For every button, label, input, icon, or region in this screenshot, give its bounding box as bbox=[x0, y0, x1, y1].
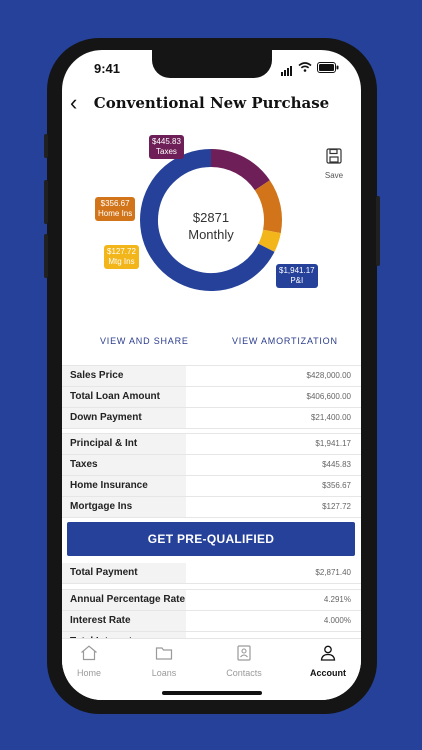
status-icons bbox=[281, 58, 339, 76]
table-row: Annual Percentage Rate 4.291% bbox=[62, 590, 361, 611]
row-value: $1,941.17 bbox=[315, 439, 351, 448]
tab-account[interactable]: Account bbox=[291, 645, 361, 678]
mtg-ins-name: Mtg Ins bbox=[108, 257, 135, 266]
row-label: Mortgage Ins bbox=[62, 497, 186, 517]
tab-contacts[interactable]: Contacts bbox=[207, 645, 281, 678]
contacts-book-icon bbox=[237, 645, 251, 661]
action-links: VIEW AND SHARE VIEW AMORTIZATION bbox=[62, 336, 361, 350]
pi-name: P&I bbox=[290, 276, 304, 285]
table-row: Home Insurance $356.67 bbox=[62, 476, 361, 497]
app-screen: 9:41 ‹ Conventional New Purchase Save $2… bbox=[62, 50, 361, 700]
person-icon bbox=[320, 645, 336, 661]
donut-slice-mtg-ins bbox=[258, 229, 281, 252]
tab-contacts-label: Contacts bbox=[226, 668, 262, 678]
notch bbox=[152, 50, 272, 78]
row-label: Annual Percentage Rate bbox=[62, 590, 186, 610]
table-row: Down Payment $21,400.00 bbox=[62, 408, 361, 429]
monthly-label: Monthly bbox=[188, 227, 234, 242]
view-and-share-link[interactable]: VIEW AND SHARE bbox=[100, 336, 189, 346]
folder-icon bbox=[155, 647, 173, 660]
wifi-icon bbox=[298, 62, 312, 72]
row-label: Total Loan Amount bbox=[62, 387, 186, 407]
home-ins-name: Home Ins bbox=[98, 209, 133, 218]
table-row: Total Payment $2,871.40 bbox=[62, 563, 361, 584]
row-value: $356.67 bbox=[322, 481, 351, 490]
pi-label: $1,941.17 P&I bbox=[276, 264, 318, 288]
row-value: $2,871.40 bbox=[315, 568, 351, 577]
view-amortization-link[interactable]: VIEW AMORTIZATION bbox=[232, 336, 338, 346]
tab-loans-label: Loans bbox=[151, 668, 177, 678]
page-title: Conventional New Purchase bbox=[93, 94, 330, 112]
total-payment-table: Total Payment $2,871.40 bbox=[62, 563, 361, 584]
row-value: $127.72 bbox=[322, 502, 351, 511]
row-label: Total Payment bbox=[62, 563, 186, 583]
tab-home[interactable]: Home bbox=[62, 645, 126, 678]
get-pre-qualified-button[interactable]: GET PRE-QUALIFIED bbox=[67, 522, 355, 556]
donut-slice-home-ins bbox=[254, 180, 282, 234]
table-row: Sales Price $428,000.00 bbox=[62, 366, 361, 387]
donut-slice-taxes bbox=[210, 149, 270, 191]
row-value: $406,600.00 bbox=[306, 392, 352, 401]
row-label: Principal & Int bbox=[62, 434, 186, 454]
header: ‹ Conventional New Purchase bbox=[62, 92, 361, 116]
tab-account-label: Account bbox=[310, 668, 346, 678]
mtg-ins-label: $127.72 Mtg Ins bbox=[104, 245, 139, 269]
tab-loans[interactable]: Loans bbox=[127, 645, 201, 678]
taxes-amount: $445.83 bbox=[152, 137, 181, 146]
row-value: $428,000.00 bbox=[306, 371, 352, 380]
payment-breakdown-table: Principal & Int $1,941.17 Taxes $445.83 Ho… bbox=[62, 433, 361, 518]
row-label: Sales Price bbox=[62, 366, 186, 386]
battery-icon bbox=[317, 61, 339, 73]
table-row: Mortgage Ins $127.72 bbox=[62, 497, 361, 518]
table-row: Principal & Int $1,941.17 bbox=[62, 434, 361, 455]
row-value: $21,400.00 bbox=[310, 413, 351, 422]
taxes-label: $445.83 Taxes bbox=[149, 135, 184, 159]
table-row: Total Loan Amount $406,600.00 bbox=[62, 387, 361, 408]
home-ins-amount: $356.67 bbox=[100, 199, 130, 208]
signal-icon bbox=[281, 58, 293, 76]
home-indicator bbox=[162, 691, 262, 695]
table-row: Interest Rate 4.000% bbox=[62, 611, 361, 632]
house-icon bbox=[81, 645, 97, 661]
row-label: Interest Rate bbox=[62, 611, 186, 631]
tab-home-label: Home bbox=[76, 668, 101, 678]
status-time: 9:41 bbox=[94, 61, 121, 76]
tab-bar: Home Loans Contacts Account bbox=[62, 638, 361, 700]
taxes-name: Taxes bbox=[156, 147, 177, 156]
row-label: Home Insurance bbox=[62, 476, 186, 496]
row-label: Taxes bbox=[62, 455, 186, 475]
mtg-ins-amount: $127.72 bbox=[107, 247, 136, 256]
loan-summary-table: Sales Price $428,000.00 Total Loan Amount… bbox=[62, 365, 361, 429]
row-value: 4.000% bbox=[323, 616, 351, 625]
pi-amount: $1,941.17 bbox=[279, 266, 315, 275]
row-label: Down Payment bbox=[62, 408, 186, 428]
row-value: $445.83 bbox=[322, 460, 351, 469]
monthly-amount: $2871 bbox=[192, 210, 230, 225]
row-value: 4.291% bbox=[323, 595, 351, 604]
table-row: Taxes $445.83 bbox=[62, 455, 361, 476]
home-ins-label: $356.67 Home Ins bbox=[95, 197, 136, 221]
